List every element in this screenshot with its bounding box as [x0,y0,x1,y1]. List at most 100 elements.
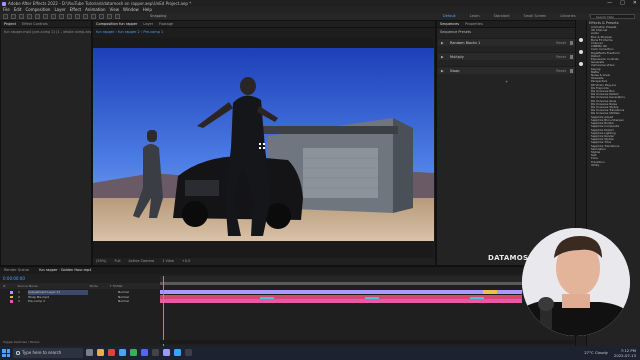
selected-keyframe[interactable] [483,290,497,294]
preset-reset-button[interactable]: Reset [556,67,566,75]
audio-icon[interactable] [579,50,583,54]
trash-icon[interactable] [570,69,573,73]
eraser-tool-icon[interactable] [99,14,104,19]
layer-color-label[interactable] [10,295,13,298]
discord-icon[interactable] [141,349,148,356]
selection-tool-icon[interactable] [11,14,16,19]
layer-row[interactable]: 3 Pre-comp 2 Normal [0,299,160,304]
keyframe-marker[interactable] [260,297,274,299]
roto-brush-tool-icon[interactable] [107,14,112,19]
photoshop-icon[interactable] [174,349,181,356]
preset-row[interactable]: ▶ Multiply Reset [438,52,576,60]
snapping-toggle[interactable]: Snapping [150,13,166,20]
clock[interactable]: 7:12 PM 2022-07-13 [614,346,636,360]
add-preset-icon[interactable]: + [505,79,508,84]
clone-stamp-tool-icon[interactable] [91,14,96,19]
layer-color-label[interactable] [10,291,13,294]
exposure-value[interactable]: +0.0 [182,258,191,265]
steam-icon[interactable] [152,349,159,356]
tools-panel: Snapping Default Learn Standard Small Sc… [0,13,640,20]
camera-tool-icon[interactable] [43,14,48,19]
shape-tool-icon[interactable] [59,14,64,19]
preset-row[interactable]: ▶ Swap Reset [438,66,576,74]
minimize-button[interactable]: — [607,0,612,7]
keyframe-marker[interactable] [365,297,379,299]
taskbar-pinned-apps [86,349,192,356]
tab-properties[interactable]: Properties [465,21,483,27]
tab-footage[interactable]: Footage [159,21,173,27]
obs-icon[interactable] [185,349,192,356]
layer-bar[interactable] [160,299,522,303]
spotify-icon[interactable] [130,349,137,356]
view-layout-dropdown[interactable]: 1 View [162,258,174,265]
play-icon[interactable]: ▶ [441,39,444,47]
tab-layer[interactable]: Layer [143,21,153,27]
workspace-default[interactable]: Default [443,13,456,20]
workspace-standard[interactable]: Standard [494,13,510,20]
current-time-indicator[interactable] [163,276,164,347]
type-tool-icon[interactable] [75,14,80,19]
puppet-tool-icon[interactable] [115,14,120,19]
trash-icon[interactable] [570,55,573,59]
zoom-tool-icon[interactable] [27,14,32,19]
layer-mode-dropdown[interactable]: Normal [118,299,129,304]
maximize-button[interactable]: □ [620,0,625,7]
play-icon[interactable]: ▶ [441,67,444,75]
project-panel-tabs: Project Effect Controls [1,21,91,28]
tab-project[interactable]: Project [4,21,16,27]
search-help-input[interactable]: Search Help [590,14,635,19]
layer-number: 3 [18,299,20,303]
chrome-icon[interactable] [108,349,115,356]
weather-widget[interactable]: 27°C Cloudy [584,346,608,360]
rotate-tool-icon[interactable] [35,14,40,19]
current-time-display[interactable]: 0:00:00:00 [3,276,25,281]
layer-bar[interactable] [160,290,522,294]
workspace-libraries[interactable]: Libraries [560,13,575,20]
after-effects-icon[interactable] [163,349,170,356]
tab-sequences[interactable]: Sequences [440,21,459,27]
project-panel: Project Effect Controls fun rapper.mp4 (… [0,20,92,266]
timeline-panel: Render Queue fun rapper · Golden Hour.mp… [0,266,575,347]
preset-reset-button[interactable]: Reset [556,53,566,61]
hand-tool-icon[interactable] [19,14,24,19]
work-area-bar[interactable] [160,282,522,285]
tab-render-queue[interactable]: Render Queue [4,267,29,274]
edge-icon[interactable] [119,349,126,356]
composition-frame-image[interactable] [93,48,434,241]
home-tool-icon[interactable] [3,14,8,19]
taskbar-search-input[interactable]: Type here to search [13,348,83,358]
windows-taskbar: Type here to search 27°C Cloudy 7:12 PM … [0,346,640,360]
play-icon[interactable]: ▶ [441,53,444,61]
task-view-icon[interactable] [86,349,93,356]
pen-tool-icon[interactable] [67,14,72,19]
composition-breadcrumb[interactable]: fun rapper › fun rapper 2 › Pre-comp 1 [93,28,435,36]
layer-bar[interactable] [160,294,522,299]
resolution-dropdown[interactable]: Full [115,258,121,265]
preset-row[interactable]: ▶ Random Blocks 1 Reset [438,38,576,46]
close-button[interactable]: ✕ [633,0,637,7]
preset-reset-button[interactable]: Reset [556,39,566,47]
preview-icon[interactable] [579,62,583,66]
keyframe-marker[interactable] [470,297,484,299]
column-trkmat: T TrkMat [109,284,123,288]
tab-effect-controls[interactable]: Effect Controls [22,21,48,27]
camera-dropdown[interactable]: Active Camera [129,258,155,265]
viewer-footer: (50%) Full Active Camera 1 View +0.0 [93,258,435,265]
webcam-overlay-image [522,228,630,336]
brush-tool-icon[interactable] [83,14,88,19]
layer-name[interactable]: Pre-comp 2 [28,299,88,304]
timeline-scrollbar[interactable] [160,340,575,344]
magnification-dropdown[interactable]: (50%) [96,258,107,265]
trash-icon[interactable] [570,41,573,45]
file-explorer-icon[interactable] [97,349,104,356]
tab-timeline-comp[interactable]: fun rapper · Golden Hour.mp4 [39,267,91,274]
layer-color-label[interactable] [10,300,13,303]
workspace-small-screen[interactable]: Small Screen [524,13,547,20]
info-icon[interactable] [579,38,583,42]
toggle-switches-modes[interactable]: Toggle Switches / Modes [3,340,40,344]
tab-composition[interactable]: Composition fun rapper [96,21,137,27]
workspace-learn[interactable]: Learn [470,13,480,20]
pan-behind-tool-icon[interactable] [51,14,56,19]
windows-start-icon[interactable] [2,349,10,357]
effects-category-item[interactable]: Utility [587,164,640,167]
